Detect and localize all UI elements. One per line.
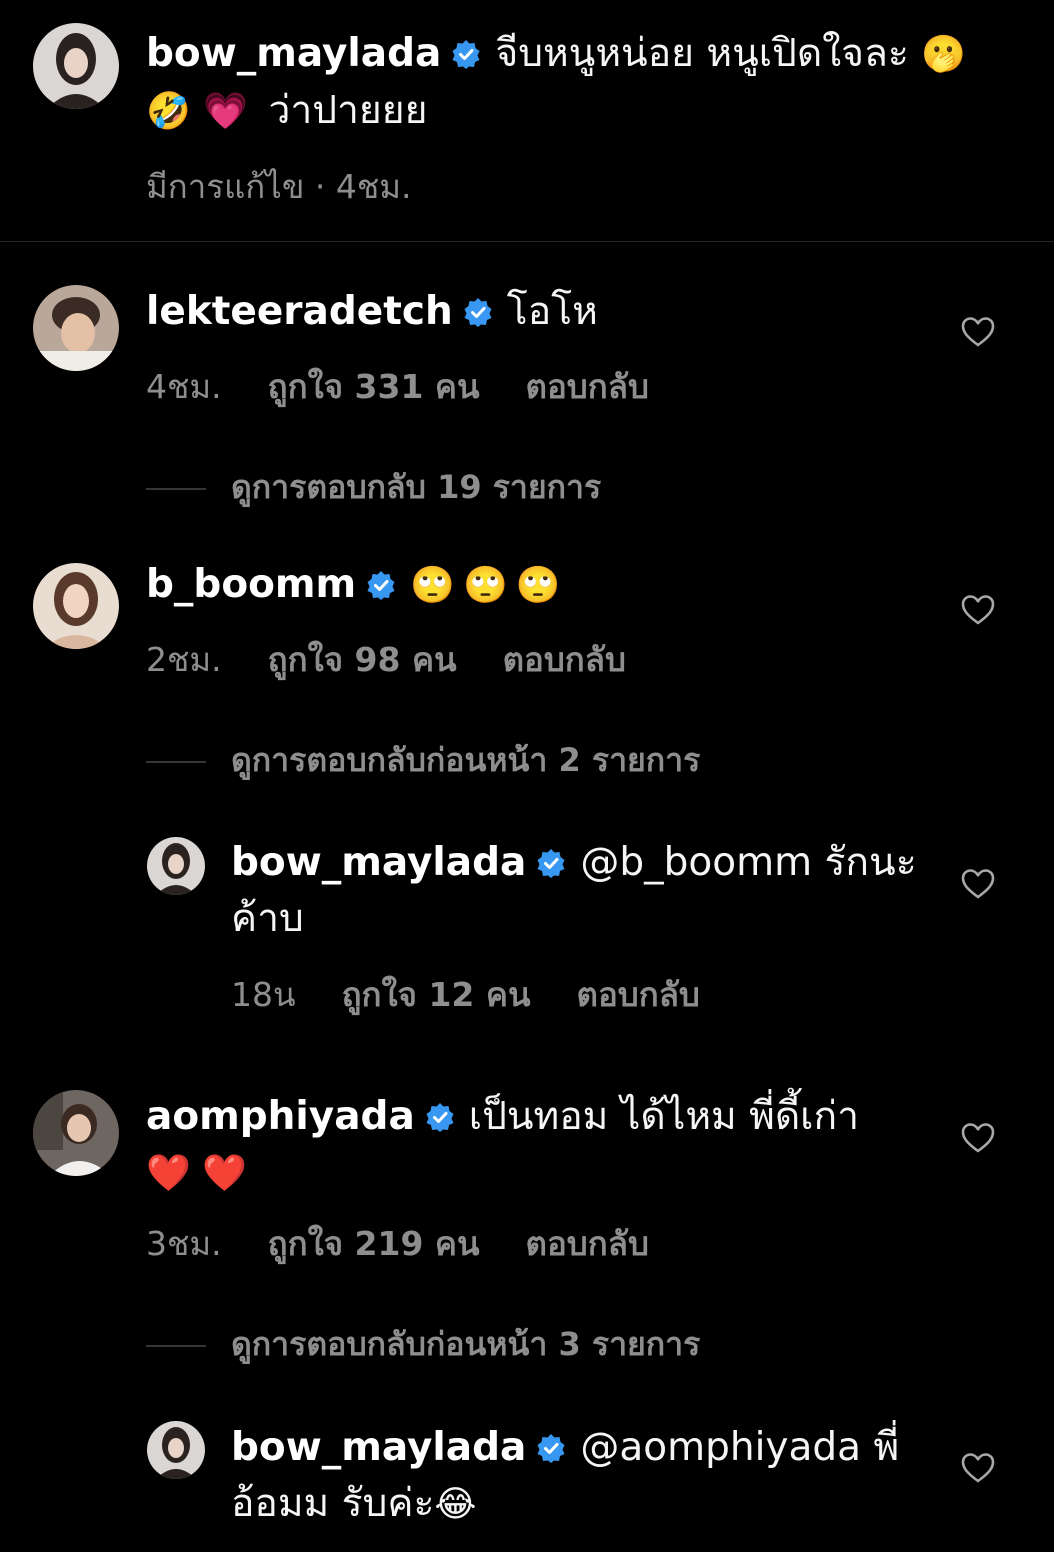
view-replies-line — [146, 761, 206, 763]
comment-1-meta: 4ชม. ถูกใจ 331 คน ตอบกลับ — [146, 360, 649, 413]
mention-link[interactable]: @aomphiyada — [580, 1425, 861, 1470]
verified-badge-icon — [536, 1433, 566, 1463]
comment-1-text: lekteeradetch โอโห — [146, 284, 926, 340]
reply-time: 18น — [231, 975, 296, 1014]
view-replies-button[interactable]: ดูการตอบกลับก่อนหน้า 2 รายการ — [146, 735, 700, 786]
emoji-hand-over-mouth: 🫢 — [921, 34, 967, 75]
reply-button[interactable]: ตอบกลับ — [577, 968, 700, 1021]
emoji-eye-roll: 🙄🙄🙄 — [410, 565, 569, 606]
verified-badge-icon — [536, 848, 566, 878]
caption-text-line2: ว่าปายยย — [268, 88, 428, 133]
reply-body-line1: พี่ — [873, 1425, 900, 1470]
comment-2-meta: 2ชม. ถูกใจ 98 คน ตอบกลับ — [146, 633, 626, 686]
avatar-lekteeradetch[interactable] — [33, 285, 119, 371]
comment-body: เป็นทอม ได้ไหม พี่ดี้เก่า — [468, 1094, 860, 1139]
verified-badge-icon — [451, 39, 481, 69]
reply-button[interactable]: ตอบกลับ — [503, 633, 626, 686]
comment-likes[interactable]: ถูกใจ 219 คน — [268, 1217, 480, 1270]
comment-likes[interactable]: ถูกใจ 98 คน — [268, 633, 457, 686]
view-replies-label: ดูการตอบกลับก่อนหน้า 3 รายการ — [231, 1325, 701, 1363]
comment-3-text: aomphiyada เป็นทอม ได้ไหม พี่ดี้เก่า ❤️ ❤… — [146, 1089, 926, 1202]
reply-text: bow_maylada @aomphiyada พี่ อ้อมม รับค่ะ😂 — [231, 1420, 931, 1533]
verified-badge-icon — [366, 570, 396, 600]
reply-text: bow_maylada @b_boomm รักนะ ค้าบ — [231, 835, 931, 947]
view-replies-label: ดูการตอบกลับ 19 รายการ — [231, 468, 602, 506]
view-replies-button[interactable]: ดูการตอบกลับ 19 รายการ — [146, 462, 601, 513]
mention-link[interactable]: @b_boomm — [580, 840, 812, 885]
emoji-tears-of-joy: 😂 — [434, 1484, 477, 1525]
comment-3-meta: 3ชม. ถูกใจ 219 คน ตอบกลับ — [146, 1217, 649, 1270]
like-heart-icon[interactable] — [961, 868, 995, 900]
avatar-bow-maylada[interactable] — [147, 1421, 205, 1479]
comment-likes[interactable]: ถูกใจ 331 คน — [268, 360, 480, 413]
avatar-aomphiyada[interactable] — [33, 1090, 119, 1176]
view-replies-button[interactable]: ดูการตอบกลับก่อนหน้า 3 รายการ — [146, 1319, 700, 1370]
reply-body-line2: อ้อมม รับค่ะ — [231, 1481, 435, 1526]
avatar-b-boomm[interactable] — [33, 563, 119, 649]
reply-likes[interactable]: ถูกใจ 12 คน — [342, 968, 531, 1021]
view-replies-label: ดูการตอบกลับก่อนหน้า 2 รายการ — [231, 741, 701, 779]
comment-time: 4ชม. — [146, 367, 222, 406]
caption-text: bow_maylada จีบหนูหน่อย หนูเปิดใจละ 🫢 🤣 💗… — [146, 26, 1006, 140]
view-replies-line — [146, 1345, 206, 1347]
verified-badge-icon — [463, 297, 493, 327]
like-heart-icon[interactable] — [961, 594, 995, 626]
emoji-rofl: 🤣 — [146, 91, 191, 132]
caption-meta-text: มีการแก้ไข · 4ชม. — [146, 167, 412, 206]
comment-time: 3ชม. — [146, 1224, 222, 1263]
avatar-bow-maylada[interactable] — [147, 837, 205, 895]
comment-username[interactable]: lekteeradetch — [146, 289, 453, 334]
emoji-red-hearts: ❤️ ❤️ — [146, 1153, 248, 1194]
view-replies-line — [146, 488, 206, 490]
comment-time: 2ชม. — [146, 640, 222, 679]
reply-username[interactable]: bow_maylada — [231, 1425, 526, 1470]
caption-meta: มีการแก้ไข · 4ชม. — [146, 160, 412, 213]
caption-username[interactable]: bow_maylada — [146, 31, 441, 76]
like-heart-icon[interactable] — [961, 1452, 995, 1484]
reply-button[interactable]: ตอบกลับ — [526, 1217, 649, 1270]
verified-badge-icon — [425, 1102, 455, 1132]
reply-meta: 18น ถูกใจ 12 คน ตอบกลับ — [231, 968, 700, 1021]
divider — [0, 241, 1054, 242]
comment-body: โอโห — [506, 289, 598, 334]
reply-username[interactable]: bow_maylada — [231, 840, 526, 885]
reply-body-line2: ค้าบ — [231, 896, 304, 941]
reply-body-line1: รักนะ — [824, 840, 917, 885]
avatar-bow-maylada[interactable] — [33, 23, 119, 109]
emoji-pink-heart: 💗 — [203, 91, 249, 132]
reply-button[interactable]: ตอบกลับ — [526, 360, 649, 413]
like-heart-icon[interactable] — [961, 1122, 995, 1154]
caption-text-line1: จีบหนูหน่อย หนูเปิดใจละ — [495, 31, 909, 76]
comment-username[interactable]: b_boomm — [146, 562, 356, 607]
comment-2-text: b_boomm 🙄🙄🙄 — [146, 557, 926, 614]
like-heart-icon[interactable] — [961, 316, 995, 348]
comment-username[interactable]: aomphiyada — [146, 1094, 415, 1139]
